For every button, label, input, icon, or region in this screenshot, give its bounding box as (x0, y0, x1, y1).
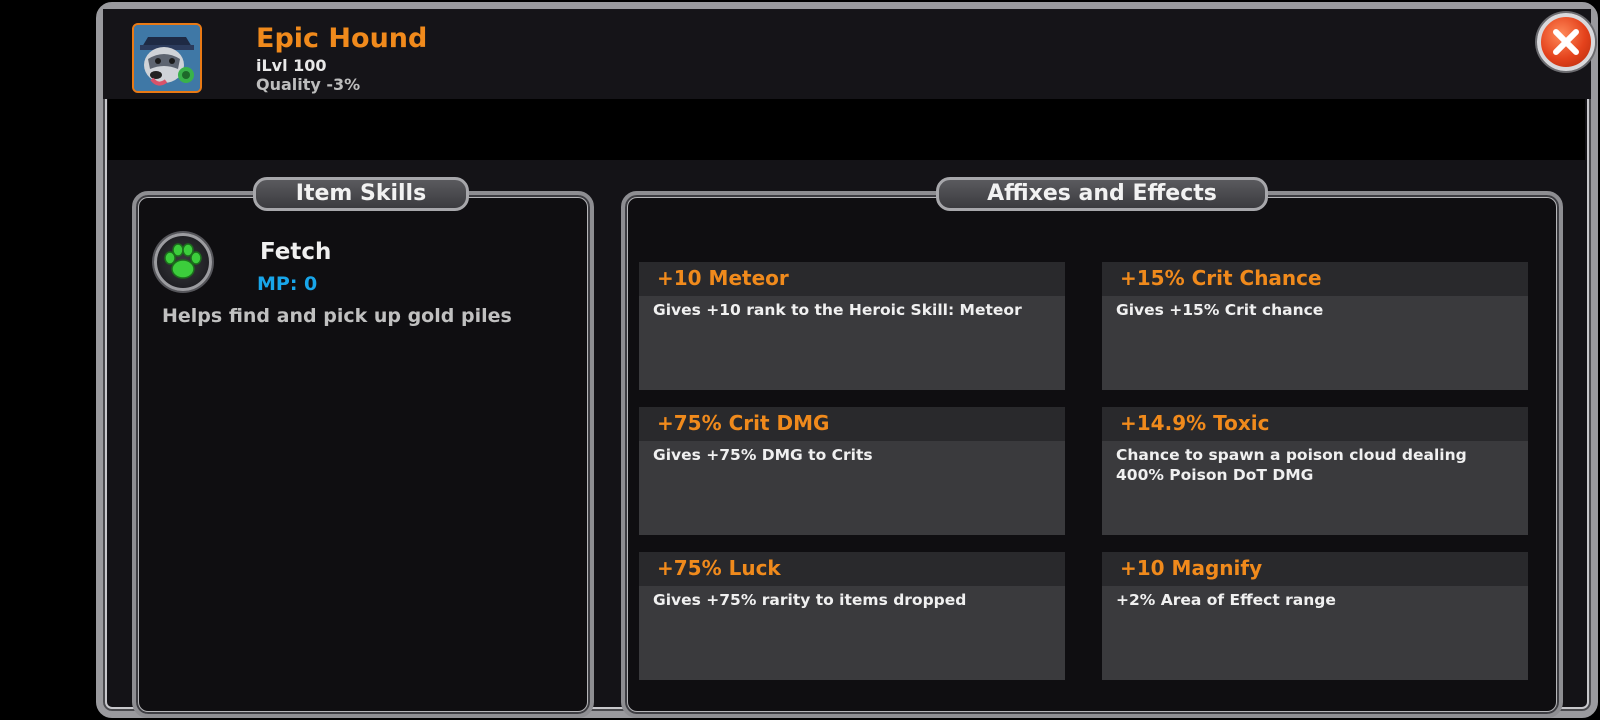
affix-description: Gives +15% Crit chance (1116, 301, 1324, 319)
description-strip (108, 99, 1585, 160)
affix-name: +75% Luck (657, 556, 781, 580)
affix-description: Gives +75% DMG to Crits (653, 446, 873, 464)
item-name: Epic Hound (256, 23, 428, 54)
affix-description: +2% Area of Effect range (1116, 591, 1336, 609)
skill-mp-cost: MP: 0 (257, 273, 318, 295)
affix-name: +14.9% Toxic (1120, 411, 1270, 435)
affix-name: +10 Magnify (1120, 556, 1263, 580)
affix-description: Gives +75% rarity to items dropped (653, 591, 967, 609)
affix-card: +10 Magnify +2% Area of Effect range (1102, 552, 1528, 680)
affix-description: Gives +10 rank to the Heroic Skill: Mete… (653, 301, 1022, 319)
skill-description: Helps find and pick up gold piles (162, 305, 512, 327)
affix-description: Chance to spawn a poison cloud dealing 4… (1116, 446, 1467, 484)
affix-name: +15% Crit Chance (1120, 266, 1322, 290)
item-quality: Quality -3% (256, 75, 361, 94)
affixes-tab: Affixes and Effects (936, 177, 1268, 211)
affix-card: +75% Luck Gives +75% rarity to items dro… (639, 552, 1065, 680)
affix-card: +15% Crit Chance Gives +15% Crit chance (1102, 262, 1528, 390)
affix-name: +75% Crit DMG (657, 411, 830, 435)
close-button[interactable] (1537, 13, 1595, 71)
affix-card: +14.9% Toxic Chance to spawn a poison cl… (1102, 407, 1528, 535)
item-skills-tab: Item Skills (253, 177, 469, 211)
affix-name: +10 Meteor (657, 266, 789, 290)
item-level: iLvl 100 (256, 56, 327, 75)
item-detail-window: Epic Hound iLvl 100 Quality -3% Item Ski… (96, 2, 1598, 718)
skill-name: Fetch (260, 239, 332, 265)
close-icon (1553, 29, 1579, 55)
affix-card: +75% Crit DMG Gives +75% DMG to Crits (639, 407, 1065, 535)
item-header: Epic Hound iLvl 100 Quality -3% (103, 9, 1595, 99)
hound-avatar-icon (132, 23, 202, 93)
affix-card: +10 Meteor Gives +10 rank to the Heroic … (639, 262, 1065, 390)
paw-icon[interactable] (154, 233, 212, 291)
